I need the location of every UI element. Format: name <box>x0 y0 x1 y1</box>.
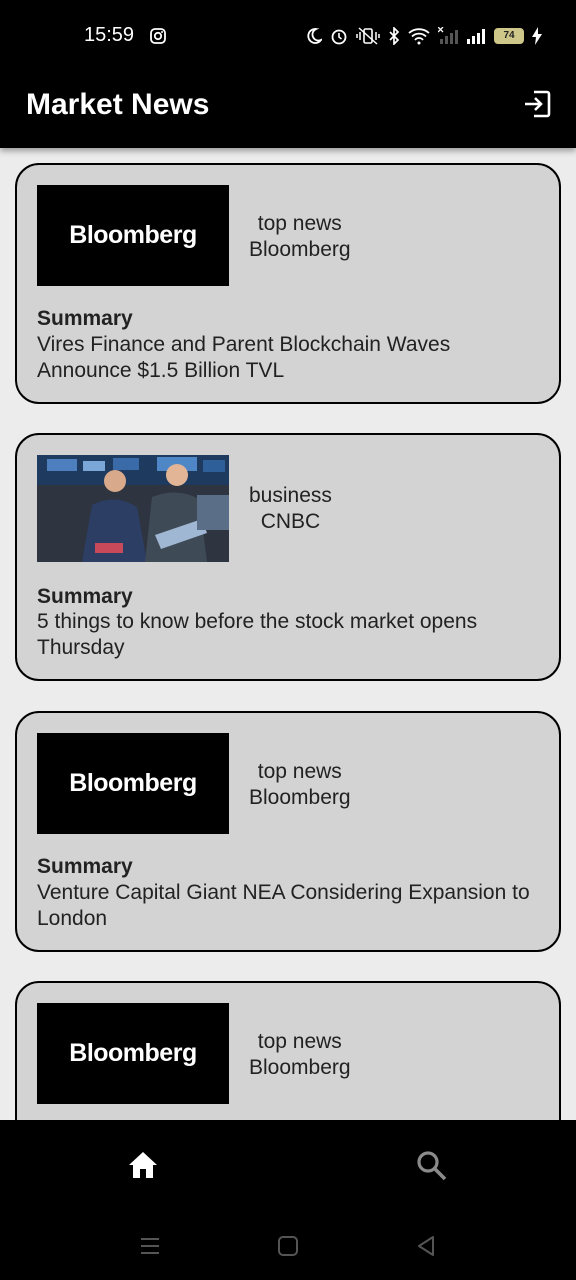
bottom-nav <box>0 1120 576 1210</box>
news-card[interactable]: Bloomberg top news Bloomberg Summary Vir… <box>15 163 561 404</box>
article-category: top news <box>257 760 342 783</box>
logout-icon[interactable] <box>522 89 552 119</box>
menu-icon[interactable] <box>138 1234 162 1258</box>
article-meta: top news Bloomberg <box>249 759 351 811</box>
article-meta: top news Bloomberg <box>249 211 351 263</box>
article-photo <box>37 455 229 562</box>
status-bar: 15:59 74 <box>0 0 576 72</box>
summary-text: Vires Finance and Parent Blockchain Wave… <box>37 333 451 382</box>
page-title: Market News <box>26 88 210 121</box>
article-category: top news <box>257 1030 342 1053</box>
article-source: Bloomberg <box>249 786 351 809</box>
article-source: CNBC <box>260 510 321 533</box>
system-nav-bar <box>0 1210 576 1280</box>
status-icons: 74 <box>306 25 542 47</box>
moon-icon <box>307 28 322 44</box>
status-time: 15:59 <box>84 24 135 46</box>
alarm-icon <box>331 29 347 45</box>
home-square-icon[interactable] <box>276 1234 300 1258</box>
back-icon[interactable] <box>414 1234 438 1258</box>
news-card[interactable]: Bloomberg top news Bloomberg <box>15 981 561 1120</box>
summary-heading: Summary <box>37 307 133 330</box>
wifi-icon <box>408 28 430 45</box>
article-category: business <box>249 484 332 507</box>
article-meta: business CNBC <box>249 483 332 535</box>
battery-indicator: 74 <box>494 28 524 44</box>
signal-icon <box>467 29 485 44</box>
signal-off-icon <box>438 27 458 44</box>
bluetooth-icon <box>389 27 400 45</box>
search-icon[interactable] <box>414 1148 448 1182</box>
summary-text: Venture Capital Giant NEA Considering Ex… <box>37 881 530 930</box>
article-category: top news <box>257 212 342 235</box>
article-source: Bloomberg <box>249 1056 351 1079</box>
app-bar: Market News <box>0 72 576 148</box>
article-meta: top news Bloomberg <box>249 1029 351 1081</box>
bloomberg-logo: Bloomberg <box>37 733 229 834</box>
bloomberg-logo: Bloomberg <box>37 185 229 286</box>
summary-text: 5 things to know before the stock market… <box>37 610 478 659</box>
news-card[interactable]: business CNBC Summary 5 things to know b… <box>15 433 561 681</box>
bloomberg-logo: Bloomberg <box>37 1003 229 1104</box>
article-source: Bloomberg <box>249 238 351 261</box>
summary-heading: Summary <box>37 585 133 608</box>
charging-icon <box>532 27 542 45</box>
instagram-icon <box>150 28 166 44</box>
vibrate-icon <box>356 27 380 45</box>
summary-heading: Summary <box>37 855 133 878</box>
news-feed[interactable]: Bloomberg top news Bloomberg Summary Vir… <box>0 148 576 1120</box>
trading-floor-photo <box>37 455 229 562</box>
home-icon[interactable] <box>126 1148 160 1182</box>
news-card[interactable]: Bloomberg top news Bloomberg Summary Ven… <box>15 711 561 952</box>
